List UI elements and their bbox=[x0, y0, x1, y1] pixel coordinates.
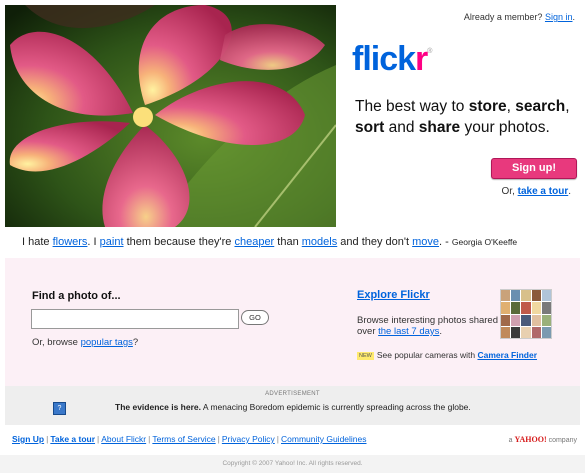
tag-link-paint[interactable]: paint bbox=[100, 236, 124, 248]
take-a-tour-link[interactable]: take a tour bbox=[518, 186, 569, 197]
logo-r: r bbox=[415, 40, 428, 78]
logo-trademark: ® bbox=[427, 48, 432, 55]
camera-finder-link[interactable]: Camera Finder bbox=[477, 350, 537, 360]
signup-button[interactable]: Sign up! bbox=[491, 158, 577, 179]
flickr-logo[interactable]: flickr® bbox=[352, 40, 432, 79]
go-button[interactable]: GO bbox=[241, 310, 269, 325]
frangipani-flower-image bbox=[5, 5, 336, 227]
tagline: The best way to store, search, sort and … bbox=[355, 98, 570, 136]
logo-flick: flick bbox=[352, 40, 416, 78]
footer-links: Sign Up | Take a tour | About Flickr | Terms o… bbox=[12, 434, 367, 444]
already-member-text: Already a member? bbox=[463, 12, 543, 22]
browse-tags-text: Or, browse popular tags? bbox=[32, 337, 139, 348]
ad-label: ADVERTISEMENT bbox=[265, 391, 320, 397]
yahoo-company-logo[interactable]: a YAHOO! company bbox=[509, 435, 577, 444]
last-7-days-link[interactable]: the last 7 days bbox=[378, 326, 439, 337]
search-input[interactable] bbox=[31, 309, 239, 329]
footer-about-link[interactable]: About Flickr bbox=[101, 434, 146, 444]
find-photo-title: Find a photo of... bbox=[32, 290, 121, 302]
footer-signup-link[interactable]: Sign Up bbox=[12, 434, 44, 444]
copyright-text: Copyright © 2007 Yahoo! Inc. All rights … bbox=[0, 455, 585, 473]
tag-link-models[interactable]: models bbox=[302, 236, 337, 248]
ad-text[interactable]: The evidence is here. A menacing Boredom… bbox=[115, 402, 471, 412]
hero-photo bbox=[5, 5, 336, 227]
explore-thumbnail-mosaic[interactable] bbox=[500, 289, 552, 339]
popular-tags-link[interactable]: popular tags bbox=[81, 337, 133, 348]
footer-terms-link[interactable]: Terms of Service bbox=[152, 434, 215, 444]
explore-description: Browse interesting photos shared over th… bbox=[357, 315, 498, 337]
footer-privacy-link[interactable]: Privacy Policy bbox=[222, 434, 275, 444]
tour-prompt: Or, take a tour. bbox=[501, 186, 571, 197]
new-badge: NEW bbox=[357, 351, 374, 360]
sign-in-link[interactable]: Sign in bbox=[545, 12, 573, 22]
explore-flickr-link[interactable]: Explore Flickr bbox=[357, 289, 430, 301]
footer-guidelines-link[interactable]: Community Guidelines bbox=[281, 434, 367, 444]
tag-link-flowers[interactable]: flowers bbox=[53, 236, 88, 248]
footer-tour-link[interactable]: Take a tour bbox=[50, 434, 95, 444]
quote-author: Georgia O'Keeffe bbox=[451, 237, 518, 247]
quote: I hate flowers. I paint them because the… bbox=[22, 236, 518, 248]
sign-in-prompt: Already a member? Sign in. bbox=[463, 12, 575, 22]
hero-section: Already a member? Sign in. flickr® The b… bbox=[0, 0, 585, 230]
ad-question-icon[interactable]: ? bbox=[53, 402, 66, 415]
camera-finder-promo: NEW See popular cameras with Camera Finde… bbox=[357, 350, 538, 360]
tag-link-cheaper[interactable]: cheaper bbox=[234, 236, 274, 248]
advertisement-bar: ADVERTISEMENT ? The evidence is here. A … bbox=[5, 386, 580, 425]
tag-link-move[interactable]: move bbox=[412, 236, 439, 248]
search-explore-panel: Find a photo of... GO Or, browse popular… bbox=[5, 258, 580, 386]
